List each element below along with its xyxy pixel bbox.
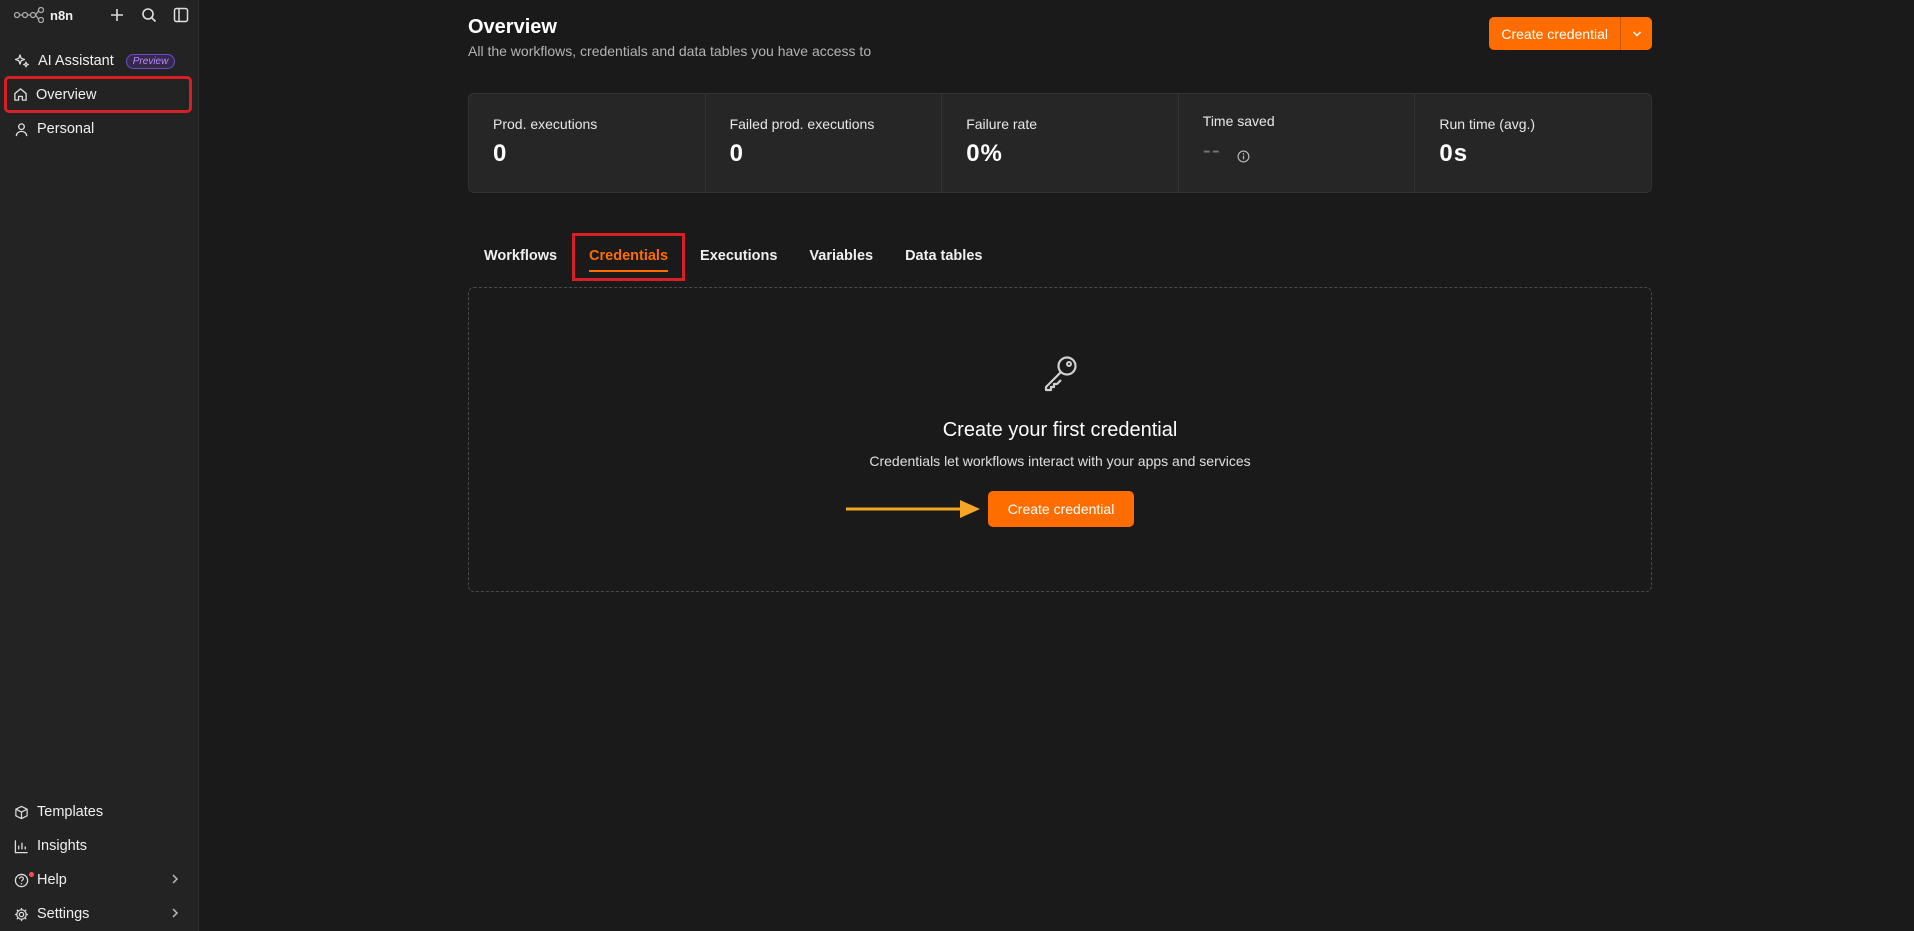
page-title: Overview (468, 16, 557, 38)
gear-icon (14, 907, 29, 921)
sidebar-item-templates[interactable]: Templates (6, 796, 190, 828)
chevron-right-icon (172, 908, 179, 918)
sidebar-header: n8n (14, 6, 190, 24)
chevron-right-icon (172, 874, 179, 884)
sidebar-item-label: Overview (36, 86, 97, 103)
empty-state-card: Create your first credential Credentials… (468, 287, 1652, 592)
stat-time-saved[interactable]: Time saved -- (1179, 94, 1416, 192)
stat-label: Run time (avg.) (1439, 116, 1536, 132)
stat-failure-rate[interactable]: Failure rate 0% (942, 94, 1179, 192)
stat-run-time[interactable]: Run time (avg.) 0s (1415, 94, 1651, 192)
help-circle-icon (14, 873, 29, 887)
empty-state-title: Create your first credential (942, 419, 1178, 441)
sidebar-item-settings[interactable]: Settings (6, 898, 190, 930)
empty-state-description: Credentials let workflows interact with … (869, 453, 1251, 469)
box-icon (15, 805, 28, 819)
stat-label: Time saved (1202, 113, 1275, 129)
create-credential-button-group: Create credential (1489, 17, 1652, 50)
chart-icon (14, 839, 28, 853)
sidebar: n8n AI Assistant Preview Overview Person… (0, 0, 199, 931)
tab-executions[interactable]: Executions (684, 234, 793, 280)
sidebar-item-help[interactable]: Help (6, 864, 190, 896)
preview-badge: Preview (125, 53, 176, 69)
arrow-annotation-icon (846, 500, 980, 518)
user-icon (15, 122, 28, 136)
chevron-down-icon (1632, 30, 1641, 37)
tab-variables[interactable]: Variables (793, 234, 889, 280)
home-icon (14, 88, 27, 101)
logo-text: n8n (50, 7, 74, 23)
stat-value: 0 (493, 140, 508, 167)
sparkles-icon (14, 54, 30, 68)
search-icon[interactable] (140, 6, 158, 24)
stat-value-wrap: -- (1203, 137, 1391, 165)
sidebar-item-label: Personal (37, 121, 95, 137)
create-first-credential-button[interactable]: Create credential (988, 491, 1134, 527)
sidebar-item-label: AI Assistant (38, 53, 114, 69)
plus-icon[interactable] (108, 6, 126, 24)
panel-toggle-icon[interactable] (172, 6, 190, 24)
sidebar-item-overview[interactable]: Overview (4, 76, 192, 113)
stat-label: Prod. executions (493, 116, 598, 132)
stat-label: Failure rate (966, 116, 1037, 132)
sidebar-item-personal[interactable]: Personal (6, 113, 190, 145)
stat-failed-prod-executions[interactable]: Failed prod. executions 0 (706, 94, 943, 192)
sidebar-item-label: Help (37, 872, 67, 888)
sidebar-item-insights[interactable]: Insights (6, 830, 190, 862)
notification-dot (29, 872, 34, 877)
stats-panel: Prod. executions 0 Failed prod. executio… (468, 93, 1652, 193)
tab-data-tables[interactable]: Data tables (889, 234, 998, 280)
stat-value: 0% (966, 140, 1003, 167)
create-credential-button[interactable]: Create credential (1489, 17, 1620, 50)
page-subtitle: All the workflows, credentials and data … (468, 43, 872, 59)
stat-value: 0s (1439, 140, 1469, 167)
stat-value: -- (1202, 137, 1221, 164)
key-icon (1044, 356, 1077, 392)
tab-workflows[interactable]: Workflows (468, 234, 573, 280)
stat-value: 0 (729, 140, 744, 167)
stat-prod-executions[interactable]: Prod. executions 0 (469, 94, 706, 192)
logo[interactable]: n8n (14, 7, 73, 23)
n8n-logo-icon (14, 7, 44, 23)
tab-credentials[interactable]: Credentials (572, 233, 686, 281)
sidebar-item-label: Insights (37, 838, 87, 854)
tab-bar: Workflows Credentials Executions Variabl… (468, 233, 998, 281)
stat-label: Failed prod. executions (729, 116, 875, 132)
sidebar-item-label: Templates (37, 804, 104, 820)
create-dropdown-button[interactable] (1620, 17, 1652, 50)
sidebar-item-ai-assistant[interactable]: AI Assistant Preview (6, 45, 190, 77)
info-icon[interactable] (1237, 150, 1250, 163)
sidebar-item-label: Settings (37, 906, 90, 922)
